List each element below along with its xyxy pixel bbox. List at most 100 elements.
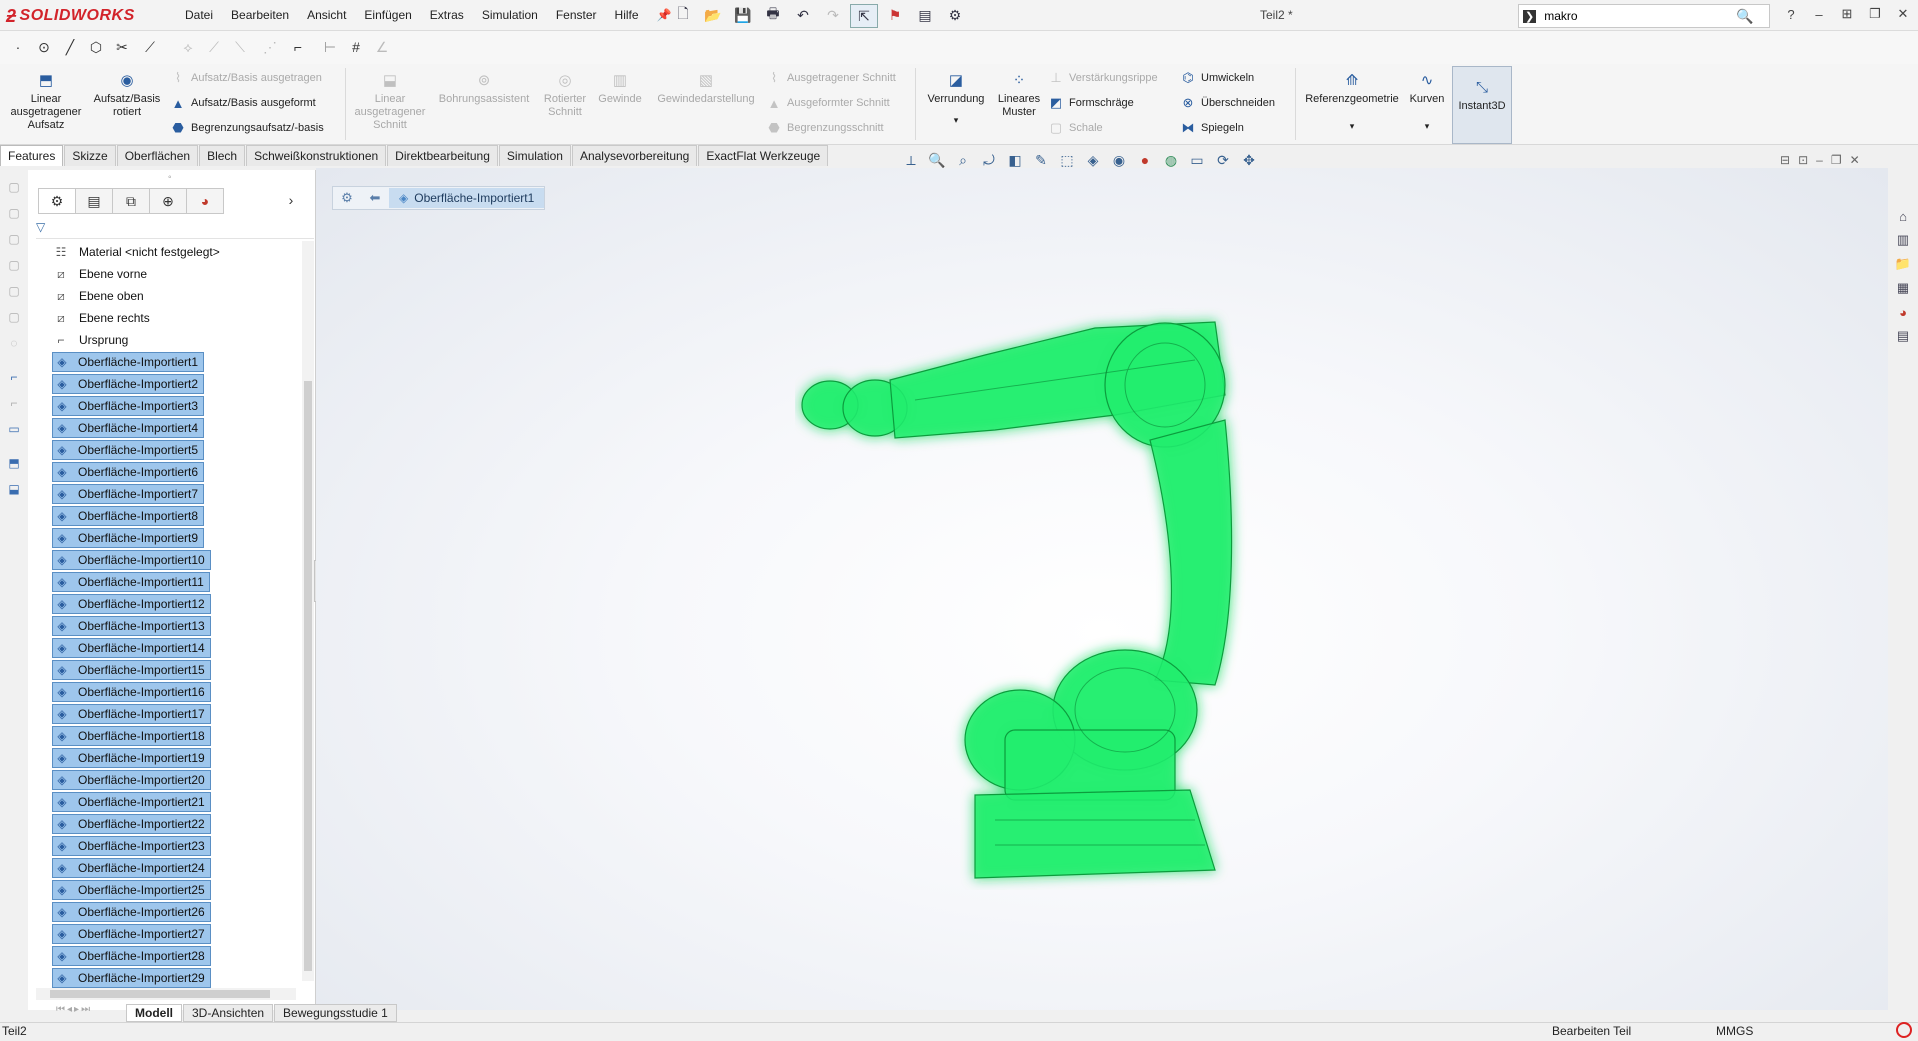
measure-icon[interactable]: ⊢ [320, 37, 340, 57]
strip-icon-5[interactable]: ▢ [5, 282, 23, 300]
edit-appearance-icon[interactable]: ● [1134, 150, 1156, 170]
tab-modell[interactable]: Modell [126, 1004, 182, 1022]
menu-datei[interactable]: Datei [176, 8, 222, 22]
configuration-manager-tab-icon[interactable]: ⧉ [112, 188, 150, 214]
redo-icon[interactable]: ↷ [820, 4, 846, 26]
instant3d-button[interactable]: ⤡ Instant3D [1452, 66, 1512, 144]
convert-icon[interactable]: ⟡ [178, 37, 198, 57]
tab-analysevorbereitung[interactable]: Analysevorbereitung [571, 145, 698, 166]
dimxpert-tab-icon[interactable]: ⊕ [149, 188, 187, 214]
strip-icon-7[interactable]: ◌ [5, 334, 23, 352]
magnifier-icon[interactable]: 🔍 [1736, 8, 1753, 25]
section-view-icon[interactable]: ◧ [1004, 150, 1026, 170]
display-manager-tab-icon[interactable]: ◕ [186, 188, 224, 214]
open-icon[interactable]: 📂 [700, 4, 726, 26]
tab-skizze[interactable]: Skizze [64, 145, 116, 166]
tree-horizontal-scrollbar[interactable] [36, 988, 296, 1000]
design-library-icon[interactable]: ▥ [1893, 230, 1913, 250]
undo-icon[interactable]: ↶ [790, 4, 816, 26]
rebuild-icon[interactable]: ⚑ [882, 4, 908, 26]
menu-hilfe[interactable]: Hilfe [606, 8, 648, 22]
tree-node-surface[interactable]: ◈ Oberfläche-Importiert7 [52, 483, 302, 505]
thread-button[interactable]: ▥ Gewinde [594, 70, 646, 106]
minimize-icon[interactable]: – [1808, 4, 1830, 24]
cosmetic-thread-button[interactable]: ▧ Gewindedarstellung [652, 70, 760, 106]
feature-tree-tab-icon[interactable]: ⚙ [38, 188, 76, 214]
draft-button[interactable]: ◩ Formschräge [1048, 93, 1134, 113]
help-status-icon[interactable] [1896, 1022, 1912, 1038]
view-palette-icon[interactable]: ▦ [1893, 278, 1913, 298]
tree-node-surface[interactable]: ◈ Oberfläche-Importiert12 [52, 593, 302, 615]
tree-node-surface[interactable]: ◈ Oberfläche-Importiert24 [52, 857, 302, 879]
apply-scene-icon[interactable]: ◍ [1160, 150, 1182, 170]
tree-node-surface[interactable]: ◈ Oberfläche-Importiert27 [52, 923, 302, 945]
tab-3d-ansichten[interactable]: 3D-Ansichten [183, 1004, 274, 1022]
new-document-icon[interactable]: 🗋 [670, 4, 696, 26]
tile-left-icon[interactable]: ⊟ [1780, 153, 1790, 167]
robot-model[interactable] [795, 300, 1275, 890]
curves-button[interactable]: ∿ Kurven ▾ [1404, 70, 1450, 133]
tree-node-plane[interactable]: ⧄ Ebene vorne [52, 263, 302, 285]
tab-blech[interactable]: Blech [199, 145, 246, 166]
smart-dimension-icon[interactable]: ⟋ [140, 37, 160, 57]
tab-bewegungsstudie[interactable]: Bewegungsstudie 1 [274, 1004, 397, 1022]
hide-show-icon[interactable]: ◉ [1108, 150, 1130, 170]
tree-node-surface[interactable]: ◈ Oberfläche-Importiert6 [52, 461, 302, 483]
strip-icon-2[interactable]: ▢ [5, 204, 23, 222]
grid-icon[interactable]: # [346, 37, 366, 57]
mirror-button[interactable]: ⧓ Spiegeln [1180, 118, 1244, 138]
tree-node-surface[interactable]: ◈ Oberfläche-Importiert22 [52, 813, 302, 835]
ref-geometry-dropdown-icon[interactable]: ▾ [1300, 120, 1404, 133]
previous-view-icon[interactable]: ⤾ [978, 150, 1000, 170]
next-tab-icon[interactable]: ▸ [74, 1004, 79, 1020]
display-style-icon[interactable]: ◈ [1082, 150, 1104, 170]
tree-node-surface[interactable]: ◈ Oberfläche-Importiert29 [52, 967, 302, 989]
view-orient-cube-icon[interactable]: ⬚ [1056, 150, 1078, 170]
tree-node-surface[interactable]: ◈ Oberfläche-Importiert20 [52, 769, 302, 791]
extrude-boss-button[interactable]: ⬒ Linear ausgetragener Aufsatz [8, 70, 84, 132]
home-icon[interactable]: ⌂ [1893, 206, 1913, 226]
strip-icon-6[interactable]: ▢ [5, 308, 23, 326]
curves-dropdown-icon[interactable]: ▾ [1404, 120, 1450, 133]
tree-node-surface[interactable]: ◈ Oberfläche-Importiert1 [52, 351, 302, 373]
tree-node-surface[interactable]: ◈ Oberfläche-Importiert21 [52, 791, 302, 813]
restore-icon[interactable]: ❐ [1864, 4, 1886, 24]
pattern-sketch-icon[interactable]: ⋰ [260, 37, 280, 57]
rib-button[interactable]: ⊥ Verstärkungsrippe [1048, 68, 1157, 88]
strip-icon-9[interactable]: ⌐ [5, 394, 23, 412]
reference-geometry-button[interactable]: ⟰ Referenzgeometrie ▾ [1300, 70, 1404, 133]
lofted-cut-button[interactable]: ▲ Ausgeformter Schnitt [766, 93, 890, 113]
tree-node-surface[interactable]: ◈ Oberfläche-Importiert18 [52, 725, 302, 747]
shell-button[interactable]: ▢ Schale [1048, 118, 1103, 138]
mirror-sketch-icon[interactable]: ⟍ [230, 37, 250, 57]
strip-icon-12[interactable]: ⬓ [5, 480, 23, 498]
tree-node-surface[interactable]: ◈ Oberfläche-Importiert16 [52, 681, 302, 703]
tab-exactflat[interactable]: ExactFlat Werkzeuge [698, 145, 829, 166]
tree-node-surface[interactable]: ◈ Oberfläche-Importiert14 [52, 637, 302, 659]
tree-node-surface[interactable]: ◈ Oberfläche-Importiert2 [52, 373, 302, 395]
appearances-icon[interactable]: ◕ [1893, 302, 1913, 322]
help-icon[interactable]: ? [1780, 4, 1802, 24]
menu-einfuegen[interactable]: Einfügen [355, 8, 420, 22]
custom-properties-icon[interactable]: ▤ [1893, 326, 1913, 346]
file-properties-icon[interactable]: ▤ [912, 4, 938, 26]
surface-breadcrumb-icon[interactable]: ⬅ [361, 188, 389, 208]
panel-grip-icon[interactable]: ◦ [168, 172, 172, 183]
angle-icon[interactable]: ∠ [372, 37, 392, 57]
tree-node-surface[interactable]: ◈ Oberfläche-Importiert17 [52, 703, 302, 725]
tree-node-surface[interactable]: ◈ Oberfläche-Importiert4 [52, 417, 302, 439]
strip-icon-4[interactable]: ▢ [5, 256, 23, 274]
strip-icon-1[interactable]: ▢ [5, 178, 23, 196]
point-icon[interactable]: · [8, 37, 28, 57]
tree-node-origin[interactable]: ⌐ Ursprung [52, 329, 302, 351]
scroll-thumb[interactable] [50, 990, 270, 998]
viewport-minimize-icon[interactable]: – [1816, 153, 1823, 167]
boundary-boss-button[interactable]: ⬣ Begrenzungsaufsatz/-basis [170, 118, 323, 138]
close-icon[interactable]: ✕ [1892, 4, 1914, 24]
save-icon[interactable]: 💾 [730, 4, 756, 26]
polygon-icon[interactable]: ⬡ [86, 37, 106, 57]
zoom-area-icon[interactable]: ⌕ [952, 150, 974, 170]
extrude-cut-button[interactable]: ⬓ Linear ausgetragener Schnitt [352, 70, 428, 132]
tab-schweisskonstruktionen[interactable]: Schweißkonstruktionen [246, 145, 387, 166]
tree-vertical-scrollbar[interactable] [302, 241, 314, 981]
